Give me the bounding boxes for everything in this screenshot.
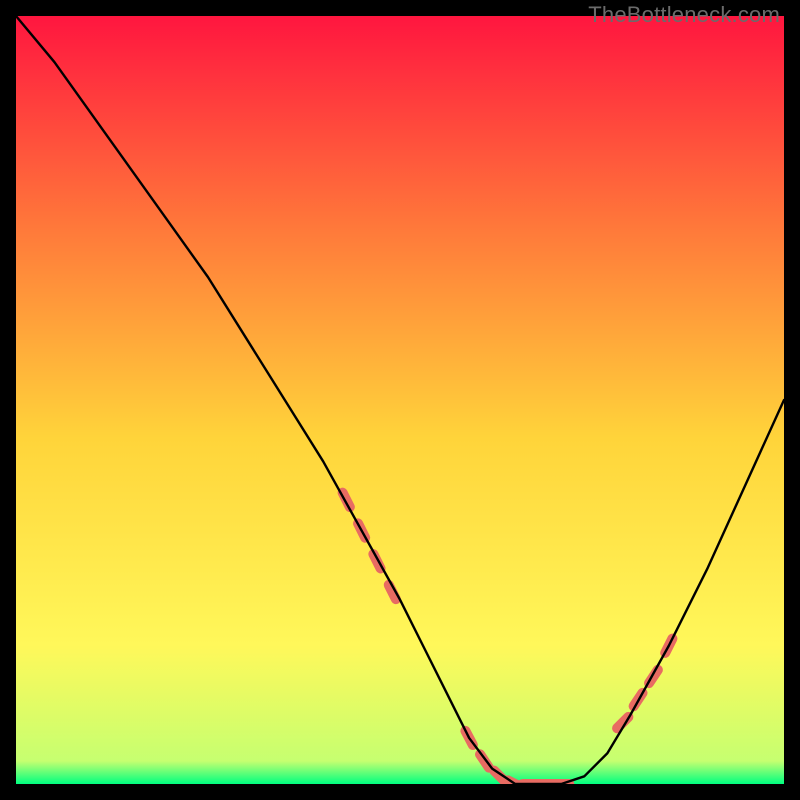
chart-frame bbox=[16, 16, 784, 784]
attribution-label: TheBottleneck.com bbox=[588, 2, 780, 28]
gradient-background bbox=[16, 16, 784, 784]
bottleneck-chart bbox=[16, 16, 784, 784]
